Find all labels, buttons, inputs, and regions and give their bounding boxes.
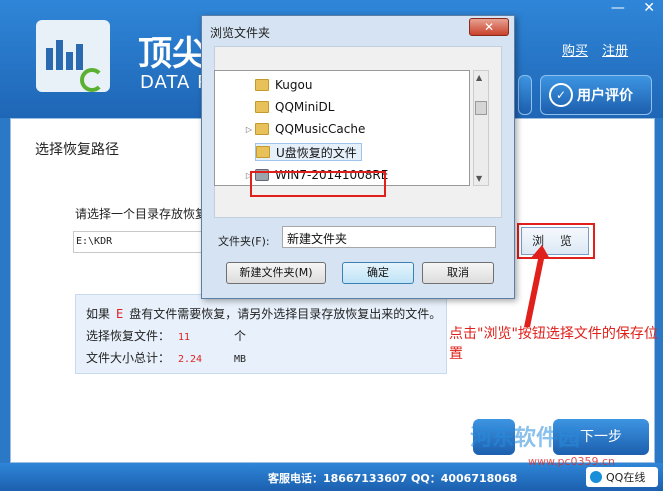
new-folder-button[interactable]: 新建文件夹(M) (226, 262, 326, 284)
selection-highlight (250, 171, 386, 197)
folder-icon (256, 146, 270, 158)
scroll-down-icon: ▼ (476, 174, 483, 183)
dialog-close-button[interactable]: ✕ (469, 18, 509, 36)
qq-online-button[interactable]: QQ在线 (586, 467, 658, 487)
header-button-partial[interactable] (518, 75, 532, 115)
folder-icon (255, 123, 269, 135)
buy-link[interactable]: 购买 (562, 44, 588, 59)
minimize-button[interactable]: — (611, 0, 625, 16)
scroll-thumb[interactable] (475, 101, 487, 115)
user-review-button[interactable]: ✓ 用户评价 (540, 75, 652, 115)
thumbs-up-icon: ✓ (549, 83, 573, 107)
register-link[interactable]: 注册 (602, 44, 628, 59)
qq-online-label: QQ在线 (606, 471, 646, 484)
page-title: 选择恢复路径 (35, 142, 119, 158)
user-review-label: 用户评价 (577, 88, 633, 104)
ok-button[interactable]: 确定 (342, 262, 414, 284)
tree-item-qqminidl[interactable]: QQMiniDL (215, 97, 334, 117)
folder-icon (255, 101, 269, 113)
watermark-text: 河东软件园 (470, 426, 581, 451)
folder-field-label: 文件夹(F): (218, 235, 270, 248)
file-size-row: 文件大小总计： 2.24 MB (86, 351, 247, 365)
recovery-info-box: 如果 E 盘有文件需要恢复，请另外选择目录存放恢复出来的文件。 选择恢复文件： 11 个… (75, 294, 447, 374)
expand-arrow-icon: ▷ (245, 124, 253, 134)
tree-item-qqmusiccache[interactable]: ▷ QQMusicCache (215, 119, 365, 139)
close-button[interactable]: ✕ (643, 0, 655, 16)
folder-name-input[interactable]: 新建文件夹 (282, 226, 496, 248)
browse-folder-dialog: 浏览文件夹 ✕ Kugou QQMiniDL ▷ QQMusicCache U盘恢… (201, 15, 515, 299)
info-warning: 如果 E 盘有文件需要恢复，请另外选择目录存放恢复出来的文件。 (86, 307, 442, 321)
tree-item-usb-recovered[interactable]: U盘恢复的文件 (215, 142, 362, 162)
dialog-title: 浏览文件夹 (210, 26, 271, 40)
contact-info: 客服电话：18667133607 QQ：4006718068 (268, 472, 518, 485)
refresh-icon (80, 68, 104, 92)
recovery-path-input[interactable]: E:\KDR (73, 231, 213, 253)
qq-icon (590, 471, 602, 483)
path-prompt: 请选择一个目录存放恢复 (75, 207, 208, 221)
instruction-annotation: 点击"浏览"按钮选择文件的保存位置 (449, 326, 658, 362)
tree-item-kugou[interactable]: Kugou (215, 75, 312, 95)
watermark-url: www.pc0359.cn (528, 455, 616, 468)
folder-icon (255, 79, 269, 91)
annotation-arrow-icon (524, 245, 550, 327)
brand-title: 顶尖 (138, 34, 206, 74)
cancel-button[interactable]: 取消 (422, 262, 494, 284)
folder-tree[interactable]: Kugou QQMiniDL ▷ QQMusicCache U盘恢复的文件 ▷ WI… (214, 70, 470, 186)
app-logo (36, 20, 110, 92)
scroll-up-icon: ▲ (476, 73, 483, 82)
tree-scrollbar[interactable]: ▲ ▼ (473, 70, 489, 186)
file-count-row: 选择恢复文件： 11 个 (86, 329, 247, 343)
